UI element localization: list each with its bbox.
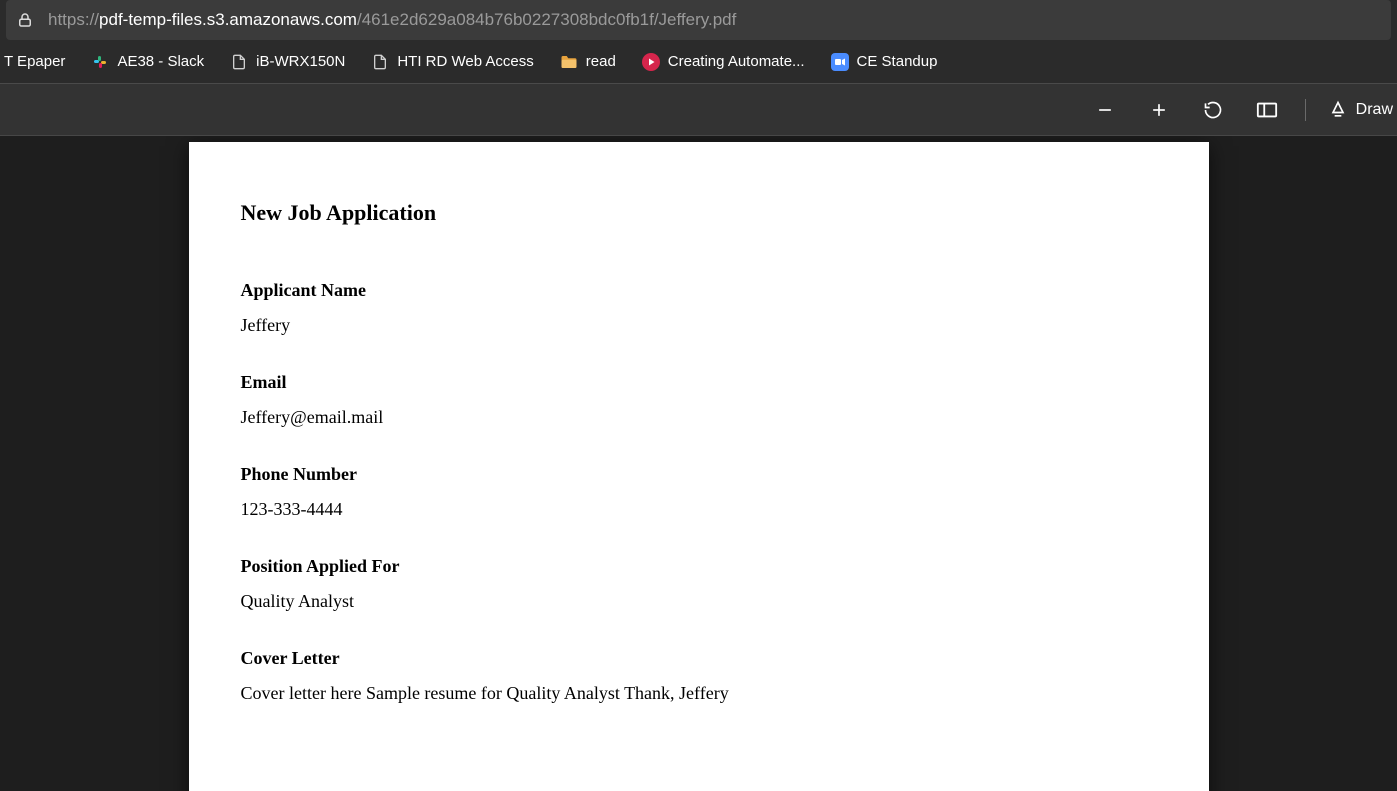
bookmarks-bar: T Epaper AE38 - Slack iB-WRX150N HTI RD … <box>0 40 1397 84</box>
zoom-in-button[interactable] <box>1143 94 1175 126</box>
field-block: Applicant Name Jeffery <box>241 280 1157 336</box>
bookmark-label: AE38 - Slack <box>117 53 204 70</box>
field-value: Quality Analyst <box>241 591 1157 612</box>
pdf-viewer[interactable]: New Job Application Applicant Name Jeffe… <box>0 136 1397 791</box>
field-label: Applicant Name <box>241 280 1157 301</box>
bookmark-label: CE Standup <box>857 53 938 70</box>
field-block: Email Jeffery@email.mail <box>241 372 1157 428</box>
folder-icon <box>560 53 578 71</box>
field-block: Phone Number 123-333-4444 <box>241 464 1157 520</box>
bookmark-standup[interactable]: CE Standup <box>827 49 942 75</box>
field-block: Cover Letter Cover letter here Sample re… <box>241 648 1157 704</box>
pdf-page: New Job Application Applicant Name Jeffe… <box>189 142 1209 791</box>
field-label: Phone Number <box>241 464 1157 485</box>
field-label: Email <box>241 372 1157 393</box>
bookmark-read[interactable]: read <box>556 49 620 75</box>
bookmark-label: HTI RD Web Access <box>397 53 533 70</box>
slack-icon <box>91 53 109 71</box>
highlighter-icon <box>1328 99 1348 121</box>
field-label: Position Applied For <box>241 556 1157 577</box>
zoom-out-button[interactable] <box>1089 94 1121 126</box>
toolbar-separator <box>1305 99 1306 121</box>
field-value: Jeffery <box>241 315 1157 336</box>
bookmark-ibwrx[interactable]: iB-WRX150N <box>226 49 349 75</box>
draw-button[interactable]: Draw <box>1328 99 1397 121</box>
automate-icon <box>642 53 660 71</box>
zoom-icon <box>831 53 849 71</box>
address-bar[interactable]: https://pdf-temp-files.s3.amazonaws.com/… <box>6 0 1391 40</box>
draw-label: Draw <box>1356 101 1393 119</box>
fit-page-button[interactable] <box>1251 94 1283 126</box>
bookmark-slack[interactable]: AE38 - Slack <box>87 49 208 75</box>
field-value: Cover letter here Sample resume for Qual… <box>241 683 1157 704</box>
rotate-button[interactable] <box>1197 94 1229 126</box>
lock-icon <box>16 11 34 29</box>
pdf-toolbar: Draw <box>0 84 1397 136</box>
field-value: 123-333-4444 <box>241 499 1157 520</box>
bookmark-label: iB-WRX150N <box>256 53 345 70</box>
page-icon <box>230 53 248 71</box>
bookmark-epaper[interactable]: T Epaper <box>0 49 69 74</box>
bookmark-label: read <box>586 53 616 70</box>
url-text: https://pdf-temp-files.s3.amazonaws.com/… <box>48 10 736 30</box>
page-icon <box>371 53 389 71</box>
bookmark-label: T Epaper <box>4 53 65 70</box>
field-label: Cover Letter <box>241 648 1157 669</box>
field-value: Jeffery@email.mail <box>241 407 1157 428</box>
bookmark-hti[interactable]: HTI RD Web Access <box>367 49 537 75</box>
field-block: Position Applied For Quality Analyst <box>241 556 1157 612</box>
doc-title: New Job Application <box>241 200 1157 226</box>
bookmark-label: Creating Automate... <box>668 53 805 70</box>
bookmark-automate[interactable]: Creating Automate... <box>638 49 809 75</box>
